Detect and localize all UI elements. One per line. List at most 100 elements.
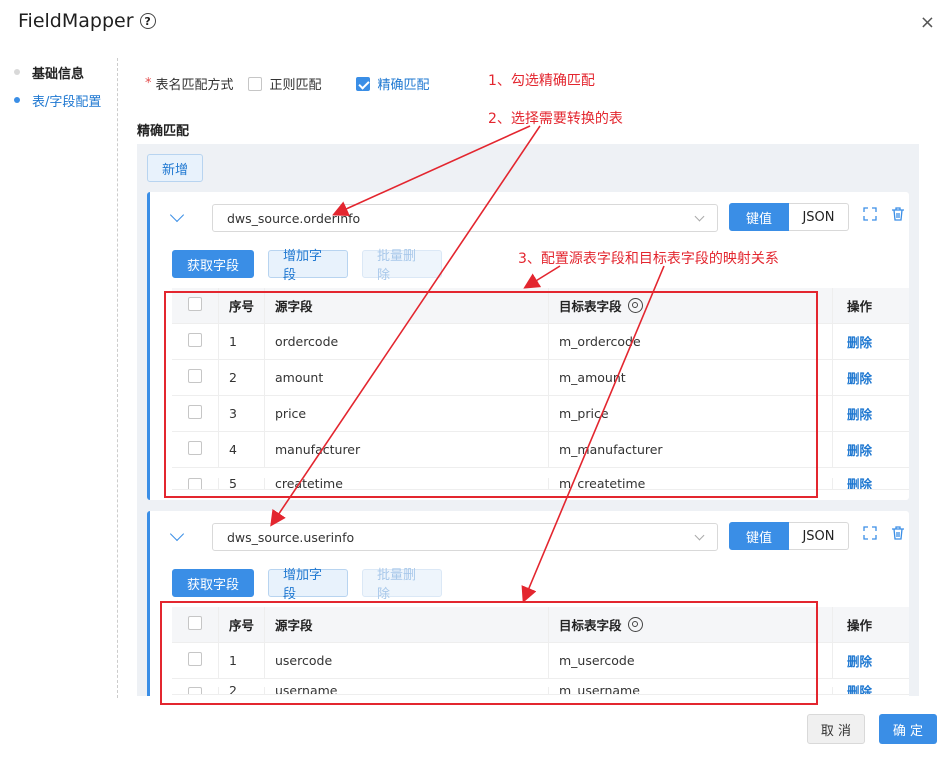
row-target: m_username (548, 683, 832, 694)
row-checkbox[interactable] (188, 405, 202, 419)
add-field-button[interactable]: 增加字段 (268, 568, 349, 602)
row-checkbox[interactable] (188, 652, 202, 666)
table-row: 1 ordercode m_ordercode 删除 (172, 324, 909, 360)
regex-match-option[interactable]: 正则匹配 (247, 74, 322, 93)
chevron-down-icon[interactable] (169, 207, 185, 223)
table-select[interactable]: dws_source.userinfo (212, 523, 718, 551)
table-select[interactable]: dws_source.orderinfo (212, 204, 718, 232)
mapping-card: dws_source.orderinfo 键值 JSON 获取字段 增加字段 批… (147, 192, 909, 500)
table-row: 2 amount m_amount 删除 (172, 360, 909, 396)
exact-match-checkbox[interactable] (355, 76, 370, 91)
json-toggle[interactable]: JSON (789, 203, 849, 231)
row-delete-link[interactable]: 删除 (832, 684, 892, 694)
key-value-toggle[interactable]: 键值 (729, 522, 789, 550)
format-toggle: 键值 JSON (729, 522, 849, 550)
help-icon[interactable]: ? (139, 13, 156, 29)
row-checkbox[interactable] (188, 478, 202, 489)
annotation-step1: 1、勾选精确匹配 (488, 73, 595, 89)
table-select-value: dws_source.userinfo (227, 529, 355, 545)
row-index: 2 (218, 683, 264, 694)
row-delete-link[interactable]: 删除 (832, 360, 892, 395)
row-delete-link[interactable]: 删除 (832, 643, 892, 678)
row-target: m_usercode (548, 643, 832, 678)
row-target: m_createtime (548, 476, 832, 489)
row-target: m_ordercode (548, 324, 832, 359)
close-icon[interactable]: × (920, 12, 935, 33)
dialog-footer: 取 消 确 定 (807, 714, 937, 744)
exact-match-option[interactable]: 精确匹配 (355, 74, 430, 93)
cancel-button[interactable]: 取 消 (807, 714, 865, 744)
row-delete-link[interactable]: 删除 (832, 432, 892, 467)
row-checkbox[interactable] (188, 441, 202, 455)
settings-icon[interactable] (627, 617, 643, 632)
row-index: 1 (218, 643, 264, 678)
col-source: 源字段 (264, 607, 548, 642)
trash-icon[interactable] (890, 206, 906, 222)
col-target-label: 目标表字段 (559, 299, 622, 314)
required-mark: * (145, 76, 152, 91)
select-all-checkbox[interactable] (188, 297, 202, 311)
field-toolbar: 获取字段 增加字段 批量删除 (172, 568, 443, 602)
batch-delete-button[interactable]: 批量删除 (362, 249, 443, 283)
json-toggle[interactable]: JSON (789, 522, 849, 550)
fetch-fields-button[interactable]: 获取字段 (172, 250, 255, 278)
row-delete-link[interactable]: 删除 (832, 396, 892, 431)
chevron-down-icon (694, 211, 705, 222)
fetch-fields-button[interactable]: 获取字段 (172, 569, 255, 597)
chevron-down-icon (694, 530, 705, 541)
row-checkbox[interactable] (188, 333, 202, 347)
table-header: 序号 源字段 目标表字段 操作 (172, 288, 909, 324)
field-toolbar: 获取字段 增加字段 批量删除 (172, 249, 443, 283)
select-all-checkbox[interactable] (188, 616, 202, 630)
col-action: 操作 (832, 607, 892, 642)
row-delete-link[interactable]: 删除 (832, 324, 892, 359)
row-checkbox[interactable] (188, 687, 202, 694)
col-index: 序号 (218, 288, 264, 323)
row-target: m_manufacturer (548, 432, 832, 467)
row-source: createtime (264, 476, 548, 489)
step-divider (117, 58, 118, 698)
row-delete-link[interactable]: 删除 (832, 477, 892, 489)
batch-delete-button[interactable]: 批量删除 (362, 568, 443, 602)
step-table-field-config[interactable]: 表/字段配置 (14, 86, 101, 114)
row-source: manufacturer (264, 432, 548, 467)
row-checkbox[interactable] (188, 369, 202, 383)
col-index: 序号 (218, 607, 264, 642)
dialog-title-text: FieldMapper (18, 10, 134, 32)
table-row: 4 manufacturer m_manufacturer 删除 (172, 432, 909, 468)
regex-match-checkbox[interactable] (247, 76, 262, 91)
row-source: amount (264, 360, 548, 395)
row-source: username (264, 683, 548, 694)
trash-icon[interactable] (890, 525, 906, 541)
fullscreen-icon[interactable] (862, 206, 878, 222)
add-field-button[interactable]: 增加字段 (268, 249, 349, 283)
format-toggle: 键值 JSON (729, 203, 849, 231)
table-row: 3 price m_price 删除 (172, 396, 909, 432)
confirm-button[interactable]: 确 定 (879, 714, 937, 744)
col-action: 操作 (832, 288, 892, 323)
row-source: price (264, 396, 548, 431)
table-header: 序号 源字段 目标表字段 操作 (172, 607, 909, 643)
exact-match-label: 精确匹配 (377, 78, 430, 93)
table-row: 1 usercode m_usercode 删除 (172, 643, 909, 679)
field-table: 序号 源字段 目标表字段 操作 1 usercode m_usercode 删除… (172, 607, 909, 695)
add-table-button[interactable]: 新增 (147, 154, 203, 182)
match-mode-label: 表名匹配方式 (155, 78, 234, 93)
settings-icon[interactable] (627, 298, 643, 313)
row-target: m_amount (548, 360, 832, 395)
dialog-title: FieldMapper ? (18, 10, 156, 32)
table-select-value: dws_source.orderinfo (227, 210, 361, 226)
table-row: 5 createtime m_createtime 删除 (172, 468, 909, 490)
annotation-step3: 3、配置源表字段和目标表字段的映射关系 (518, 251, 779, 267)
row-index: 4 (218, 432, 264, 467)
chevron-down-icon[interactable] (169, 526, 185, 542)
key-value-toggle[interactable]: 键值 (729, 203, 789, 231)
step-label: 表/字段配置 (32, 94, 102, 110)
row-target: m_price (548, 396, 832, 431)
table-row: 2 username m_username 删除 (172, 679, 909, 695)
match-mode-row: * 表名匹配方式 正则匹配 精确匹配 (145, 74, 430, 93)
row-source: ordercode (264, 324, 548, 359)
step-basic-info[interactable]: 基础信息 (14, 58, 101, 86)
fullscreen-icon[interactable] (862, 525, 878, 541)
annotation-step2: 2、选择需要转换的表 (488, 111, 623, 127)
